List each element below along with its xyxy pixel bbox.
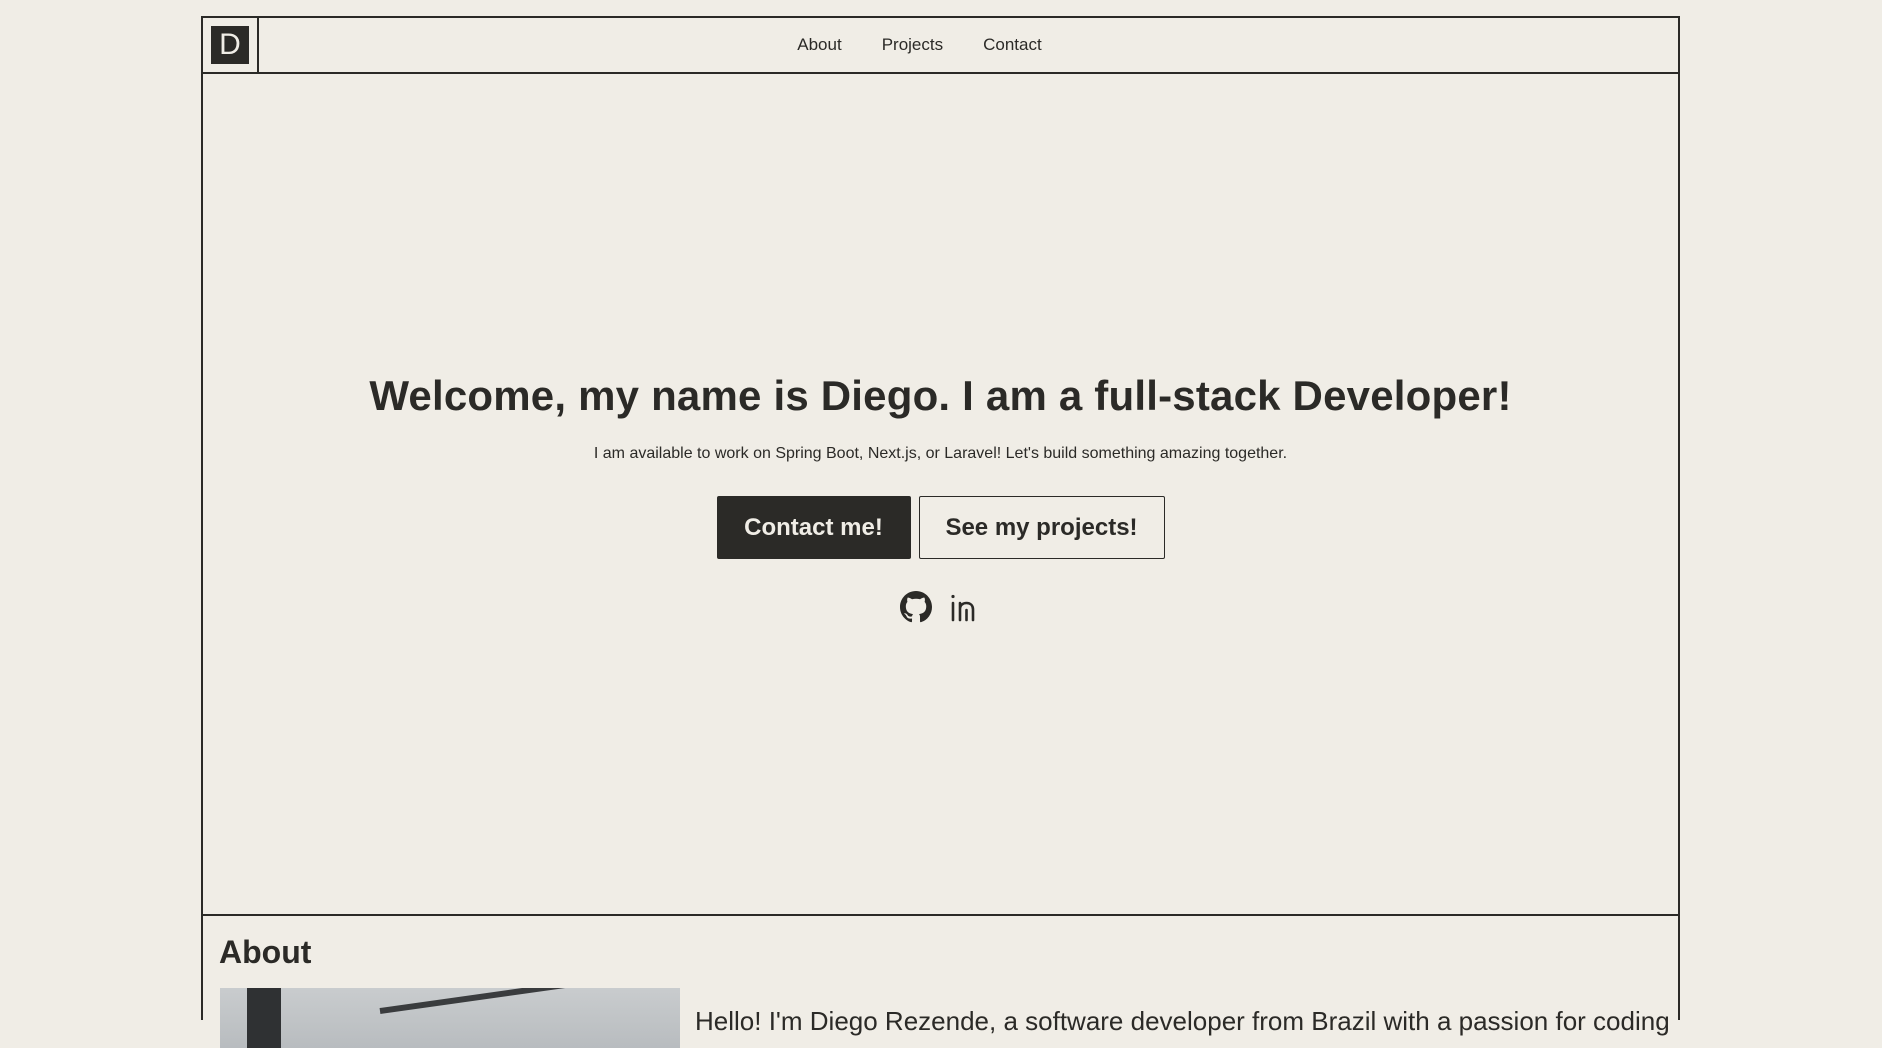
nav-link-about[interactable]: About (797, 35, 841, 55)
linkedin-icon (950, 594, 974, 622)
hero-subtitle: I am available to work on Spring Boot, N… (593, 445, 1288, 462)
logo[interactable]: D (211, 26, 249, 64)
contact-me-button[interactable]: Contact me! (716, 496, 911, 559)
profile-photo (220, 988, 680, 1048)
about-title: About (219, 934, 312, 970)
github-link[interactable] (899, 590, 933, 624)
site-header: D About Projects Contact (203, 18, 1678, 74)
main-nav: About Projects Contact (203, 18, 1678, 72)
see-projects-button[interactable]: See my projects! (918, 496, 1165, 559)
photo-beam (379, 988, 680, 1014)
about-intro: Hello! I'm Diego Rezende, a software dev… (695, 1006, 1670, 1036)
social-links (202, 590, 1677, 624)
nav-links: About Projects Contact (797, 35, 1041, 55)
hero-section: Welcome, my name is Diego. I am a full-s… (203, 74, 1678, 916)
linkedin-link[interactable] (947, 590, 981, 624)
nav-link-projects[interactable]: Projects (882, 35, 943, 55)
hero-title: Welcome, my name is Diego. I am a full-s… (369, 372, 1512, 419)
logo-container: D (203, 18, 259, 72)
nav-link-contact[interactable]: Contact (983, 35, 1042, 55)
photo-pillar (247, 988, 281, 1048)
about-section: About Hello! I'm Diego Rezende, a softwa… (203, 918, 1678, 1048)
github-icon (899, 591, 932, 623)
page-frame: D About Projects Contact Welcome, my nam… (201, 16, 1680, 1048)
hero-buttons: Contact me! See my projects! (203, 496, 1678, 559)
